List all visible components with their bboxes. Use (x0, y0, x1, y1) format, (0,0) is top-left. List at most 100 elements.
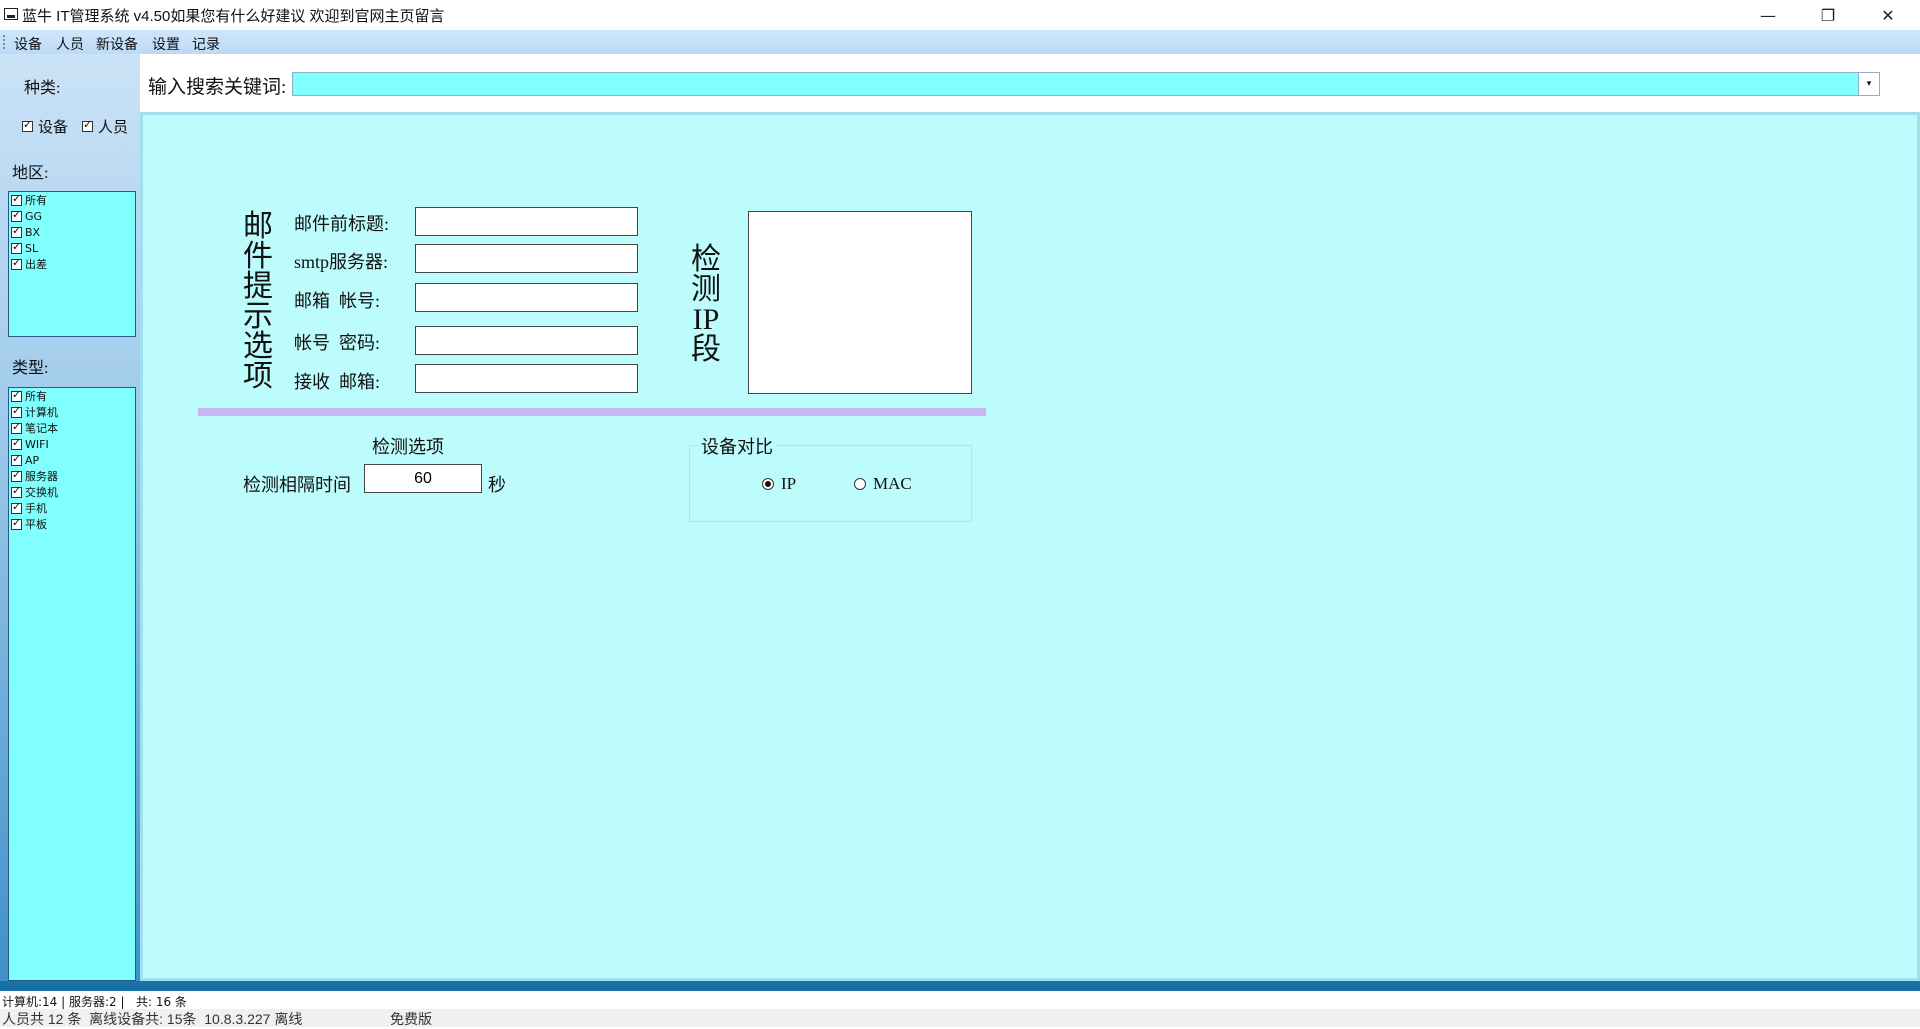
ip-section-title: 检 测 IP 段 (688, 245, 724, 365)
checkbox-icon[interactable] (82, 118, 93, 132)
list-item[interactable]: BX (9, 224, 135, 240)
checkbox-icon[interactable] (11, 208, 22, 222)
close-button[interactable]: ✕ (1860, 0, 1916, 30)
radio-icon[interactable] (762, 478, 774, 490)
category-label: 种类: (24, 80, 61, 97)
list-item[interactable]: GG (9, 208, 135, 224)
minimize-button[interactable]: — (1740, 0, 1796, 30)
list-item-label: 平板 (25, 518, 47, 531)
checkbox-icon[interactable] (22, 118, 33, 132)
category-checkbox-people[interactable]: 人员 (82, 116, 128, 137)
checkbox-icon[interactable] (11, 452, 22, 466)
menu-settings[interactable]: 设置 (152, 34, 180, 54)
menu-records[interactable]: 记录 (192, 34, 220, 54)
checkbox-icon[interactable] (11, 516, 22, 530)
edition-label: 免费版 (390, 1011, 432, 1027)
checkbox-icon[interactable] (11, 484, 22, 498)
restore-button[interactable]: ❐ (1800, 0, 1856, 30)
checkbox-icon[interactable] (11, 388, 22, 402)
category-checkbox-devices[interactable]: 设备 (22, 116, 68, 137)
app-icon (4, 8, 18, 20)
section-divider (198, 408, 986, 416)
receive-email-label: 接收 邮箱: (294, 372, 381, 392)
main-panel (140, 112, 1920, 981)
list-item-label: 服务器 (25, 470, 58, 483)
list-item-label: 所有 (25, 194, 47, 207)
chevron-down-icon[interactable]: ▾ (1858, 73, 1879, 95)
checkbox-icon[interactable] (11, 404, 22, 418)
checkbox-icon[interactable] (11, 500, 22, 514)
menu-people[interactable]: 人员 (56, 34, 84, 54)
email-subject-input[interactable] (415, 207, 638, 236)
list-item[interactable]: 计算机 (9, 404, 135, 420)
title-char: 检 (691, 243, 721, 276)
checkbox-icon[interactable] (11, 192, 22, 206)
type-list[interactable]: 所有 计算机 笔记本 WIFI AP 服务器 交换机 手机 平板 (8, 387, 136, 981)
receive-email-input[interactable] (415, 364, 638, 393)
checkbox-icon[interactable] (11, 420, 22, 434)
status-bar: 人员共 12 条 离线设备共: 15条 10.8.3.227 离线 免费版 (0, 1009, 1920, 1027)
email-account-input[interactable] (415, 283, 638, 312)
list-item-label: 所有 (25, 390, 47, 403)
list-item-label: 交换机 (25, 486, 58, 499)
checkbox-icon[interactable] (11, 240, 22, 254)
list-item-label: SL (25, 241, 39, 255)
list-item-label: WIFI (25, 437, 49, 451)
status-counts-text: 计算机:14 | 服务器:2 | 共: 16 条 (2, 995, 187, 1009)
checkbox-icon[interactable] (11, 224, 22, 238)
search-label: 输入搜索关键词: (148, 77, 287, 98)
search-input[interactable] (293, 73, 1859, 95)
list-item[interactable]: 所有 (9, 388, 135, 404)
ip-range-textarea[interactable] (748, 211, 972, 394)
list-item[interactable]: 服务器 (9, 468, 135, 484)
email-account-label: 邮箱 帐号: (294, 291, 381, 311)
search-combobox[interactable]: ▾ (292, 72, 1880, 96)
menu-new-device[interactable]: 新设备 (96, 34, 138, 54)
radio-icon[interactable] (854, 478, 866, 490)
list-item-label: 计算机 (25, 406, 58, 419)
email-section-title: 邮 件 提 示 选 项 (243, 212, 273, 392)
checkbox-icon[interactable] (11, 256, 22, 270)
list-item[interactable]: 平板 (9, 516, 135, 532)
window-title: 蓝牛 IT管理系统 v4.50如果您有什么好建议 欢迎到官网主页留言 (22, 8, 445, 25)
title-char: 提 (243, 270, 273, 303)
interval-label: 检测相隔时间 (243, 475, 351, 495)
list-item[interactable]: WIFI (9, 436, 135, 452)
title-bar: 蓝牛 IT管理系统 v4.50如果您有什么好建议 欢迎到官网主页留言 — ❐ ✕ (0, 0, 1920, 30)
list-item[interactable]: SL (9, 240, 135, 256)
radio-label: IP (781, 474, 797, 493)
list-item[interactable]: 所有 (9, 192, 135, 208)
list-item-label: GG (25, 209, 43, 223)
title-char: 邮 (243, 210, 273, 243)
list-item[interactable]: 手机 (9, 500, 135, 516)
category-checkbox-label: 人员 (98, 119, 129, 136)
list-item-label: AP (25, 453, 40, 467)
radio-ip[interactable]: IP (762, 474, 796, 494)
account-password-input[interactable] (415, 326, 638, 355)
account-password-label: 帐号 密码: (294, 333, 381, 353)
radio-mac[interactable]: MAC (854, 474, 912, 494)
list-item[interactable]: 笔记本 (9, 420, 135, 436)
smtp-server-input[interactable] (415, 244, 638, 273)
bottom-strip (0, 981, 1920, 991)
region-list[interactable]: 所有 GG BX SL 出差 (8, 191, 136, 337)
radio-label: MAC (873, 474, 912, 493)
title-char: 选 (243, 330, 273, 363)
list-item-label: 出差 (25, 258, 47, 271)
interval-unit: 秒 (488, 475, 506, 495)
list-item[interactable]: AP (9, 452, 135, 468)
list-item[interactable]: 出差 (9, 256, 135, 272)
menu-bar (0, 30, 1920, 54)
region-label: 地区: (12, 165, 49, 182)
status-bar-counts: 计算机:14 | 服务器:2 | 共: 16 条 (0, 991, 1920, 1009)
detect-options-title: 检测选项 (372, 437, 444, 457)
list-item[interactable]: 交换机 (9, 484, 135, 500)
checkbox-icon[interactable] (11, 468, 22, 482)
menu-devices[interactable]: 设备 (14, 34, 42, 54)
device-compare-title: 设备对比 (698, 433, 776, 459)
interval-input[interactable] (364, 464, 482, 493)
category-checkbox-label: 设备 (38, 119, 69, 136)
checkbox-icon[interactable] (11, 436, 22, 450)
list-item-label: 手机 (25, 502, 47, 515)
menu-grip-icon (3, 35, 7, 49)
